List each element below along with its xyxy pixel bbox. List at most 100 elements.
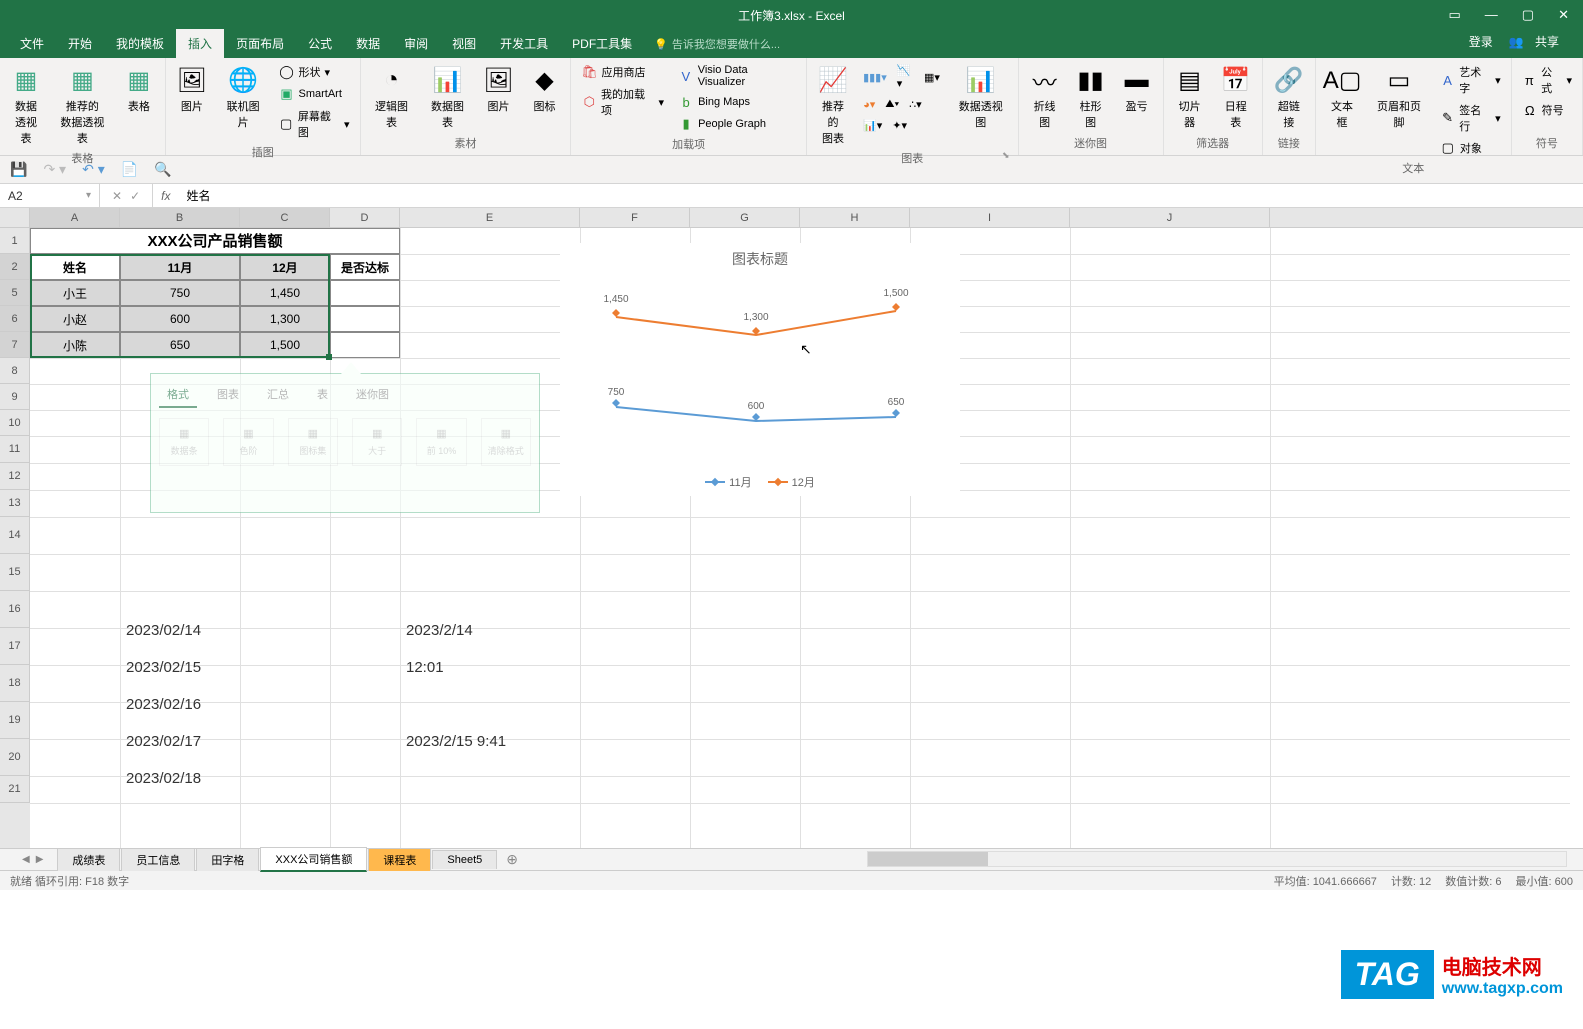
- equation-button[interactable]: π公式 ▾: [1518, 62, 1576, 98]
- row-header-13[interactable]: 13: [0, 490, 30, 517]
- qa-clear[interactable]: ▦清除格式: [481, 418, 531, 466]
- row-header-5[interactable]: 5: [0, 280, 30, 306]
- scroll-thumb[interactable]: [868, 852, 988, 866]
- qa-colorscale[interactable]: ▦色阶: [223, 418, 273, 466]
- close-icon[interactable]: ✕: [1552, 5, 1575, 25]
- cell-e15[interactable]: 2023/2/14: [406, 622, 473, 639]
- tab-mytemplates[interactable]: 我的模板: [104, 29, 176, 58]
- row-header-14[interactable]: 14: [0, 517, 30, 554]
- sheet-tab-2[interactable]: 员工信息: [121, 848, 195, 871]
- row-headers[interactable]: 1 2 5 6 7 8 9 10 11 12 13 14 15 16 17 18…: [0, 228, 30, 848]
- chart-container[interactable]: 图表标题 1,450 1,300 1,500 750 600 650 11: [560, 243, 960, 496]
- select-all-corner[interactable]: [0, 208, 30, 227]
- bingmaps-button[interactable]: bBing Maps: [674, 92, 800, 112]
- cell-r6-m12[interactable]: 1,300: [240, 306, 330, 332]
- qa-tab-spark[interactable]: 迷你图: [348, 382, 397, 408]
- pie-chart-button[interactable]: ◕▾: [859, 96, 879, 113]
- stock-chart-button[interactable]: ✦▾: [888, 117, 911, 134]
- col-header-F[interactable]: F: [580, 208, 690, 227]
- login-button[interactable]: 登录: [1461, 29, 1501, 54]
- textbox-button[interactable]: A▢文本框: [1322, 62, 1362, 132]
- cell-r7-m12[interactable]: 1,500: [240, 332, 330, 358]
- tab-insert[interactable]: 插入: [176, 29, 224, 58]
- myaddins-button[interactable]: ⬡我的加载项 ▾: [577, 84, 668, 120]
- cell-b18[interactable]: 2023/02/17: [126, 733, 201, 750]
- pivotchart-button[interactable]: 📊数据透视图: [950, 62, 1012, 132]
- group-charts-label[interactable]: 图表: [813, 148, 1012, 166]
- chart-plot[interactable]: 1,450 1,300 1,500 750 600 650: [566, 277, 946, 467]
- table-title[interactable]: XXX公司产品销售额: [30, 228, 400, 254]
- cell-e18[interactable]: 2023/2/15 9:41: [406, 733, 506, 750]
- headerfooter-button[interactable]: ▭页眉和页脚: [1368, 62, 1430, 132]
- qa-tab-format[interactable]: 格式: [159, 382, 197, 408]
- row-header-1[interactable]: 1: [0, 228, 30, 254]
- sheet-nav-prev[interactable]: ◀: [20, 854, 32, 865]
- sheet-tab-1[interactable]: 成绩表: [57, 848, 120, 871]
- shapes-button[interactable]: ◯形状 ▾: [275, 62, 354, 82]
- tab-review[interactable]: 审阅: [392, 29, 440, 58]
- online-picture-button[interactable]: 🌐联机图片: [218, 62, 269, 132]
- row-header-11[interactable]: 11: [0, 436, 30, 463]
- row-header-19[interactable]: 19: [0, 702, 30, 739]
- col-header-C[interactable]: C: [240, 208, 330, 227]
- cell-r6-m11[interactable]: 600: [120, 306, 240, 332]
- fx-icon[interactable]: fx: [153, 189, 178, 203]
- cell-b19[interactable]: 2023/02/18: [126, 770, 201, 787]
- object-button[interactable]: ▢对象: [1436, 138, 1505, 158]
- qa-tab-chart[interactable]: 图表: [209, 382, 247, 408]
- col-header-G[interactable]: G: [690, 208, 800, 227]
- slicer-button[interactable]: ▤切片器: [1170, 62, 1210, 132]
- add-sheet-button[interactable]: ⊕: [498, 849, 526, 870]
- name-box[interactable]: A2: [0, 184, 100, 207]
- pivottable-button[interactable]: ▦数据 透视表: [6, 62, 46, 148]
- sheet-tab-4[interactable]: XXX公司销售额: [260, 847, 367, 872]
- sheet-tab-5[interactable]: 课程表: [368, 848, 431, 871]
- row-header-9[interactable]: 9: [0, 384, 30, 410]
- geo-chart-button[interactable]: ◔逻辑图表: [367, 62, 417, 132]
- horizontal-scrollbar[interactable]: [867, 851, 1567, 867]
- col-header-B[interactable]: B: [120, 208, 240, 227]
- share-button[interactable]: 👥 共享: [1501, 29, 1575, 54]
- tab-pdf[interactable]: PDF工具集: [560, 29, 644, 58]
- scatter-chart-button[interactable]: ∴▾: [905, 96, 926, 113]
- recommended-pivot-button[interactable]: ▦推荐的 数据透视表: [52, 62, 113, 148]
- picture-button[interactable]: 🖼图片: [172, 62, 212, 116]
- row-header-10[interactable]: 10: [0, 410, 30, 436]
- cell-r5-name[interactable]: 小王: [30, 280, 120, 306]
- header-std[interactable]: 是否达标: [330, 254, 400, 280]
- chart-title[interactable]: 图表标题: [566, 249, 954, 269]
- data-chart-button[interactable]: 📊数据图表: [423, 62, 473, 132]
- col-header-I[interactable]: I: [910, 208, 1070, 227]
- bar-chart-button[interactable]: ▮▮▮▾: [859, 62, 891, 92]
- cell-b15[interactable]: 2023/02/14: [126, 622, 201, 639]
- formula-input[interactable]: 姓名: [178, 184, 1583, 207]
- symbol-button[interactable]: Ω符号: [1518, 100, 1576, 120]
- cell-r7-m11[interactable]: 650: [120, 332, 240, 358]
- minimize-icon[interactable]: —: [1479, 5, 1504, 25]
- timeline-button[interactable]: 📅日程表: [1216, 62, 1256, 132]
- wordart-button[interactable]: A艺术字 ▾: [1436, 62, 1505, 98]
- store-button[interactable]: 🛍应用商店: [577, 62, 668, 82]
- chart-legend[interactable]: 11月 12月: [566, 474, 954, 490]
- cell-r5-m12[interactable]: 1,450: [240, 280, 330, 306]
- qa-greater[interactable]: ▦大于: [352, 418, 402, 466]
- sheet-tab-6[interactable]: Sheet5: [432, 850, 497, 869]
- screenshot-button[interactable]: ▢屏幕截图 ▾: [275, 106, 354, 142]
- column-headers[interactable]: A B C D E F G H I J: [0, 208, 1583, 228]
- cell-r7-std[interactable]: [330, 332, 400, 358]
- peoplegraph-button[interactable]: ▮People Graph: [674, 114, 800, 134]
- cell-r6-name[interactable]: 小赵: [30, 306, 120, 332]
- row-header-21[interactable]: 21: [0, 776, 30, 803]
- qa-top10[interactable]: ▦前 10%: [416, 418, 466, 466]
- ribbon-options-icon[interactable]: ▭: [1443, 5, 1467, 25]
- row-header-16[interactable]: 16: [0, 591, 30, 628]
- tab-data[interactable]: 数据: [344, 29, 392, 58]
- row-header-6[interactable]: 6: [0, 306, 30, 332]
- sheet-tab-3[interactable]: 田字格: [196, 848, 259, 871]
- qa-iconset[interactable]: ▦图标集: [288, 418, 338, 466]
- combo-chart-button[interactable]: 📊▾: [859, 117, 886, 134]
- cell-b17[interactable]: 2023/02/16: [126, 696, 201, 713]
- tab-home[interactable]: 开始: [56, 29, 104, 58]
- tab-formulas[interactable]: 公式: [296, 29, 344, 58]
- tab-view[interactable]: 视图: [440, 29, 488, 58]
